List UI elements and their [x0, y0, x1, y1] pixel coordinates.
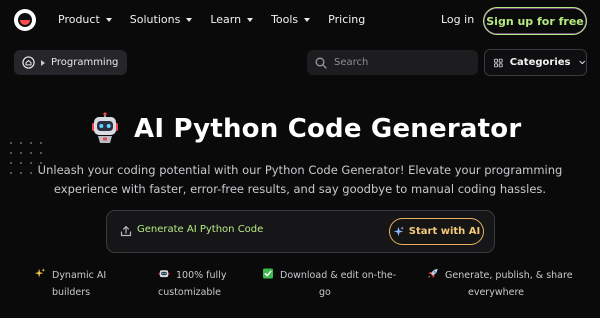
robot-icon [92, 112, 118, 143]
search-icon [315, 57, 327, 69]
feature-dynamic-ai: Dynamic AI builders [34, 267, 106, 301]
menu-item-pricing[interactable]: Pricing [328, 13, 365, 26]
login-link[interactable]: Log in [441, 13, 474, 26]
feature-download-edit: Download & edit on-the- go [262, 267, 396, 301]
chevron-down-icon [186, 17, 193, 22]
menu-item-label: Solutions [129, 13, 181, 26]
upload-icon[interactable] [120, 225, 132, 237]
search-input[interactable] [334, 57, 474, 68]
feature-text: builders [52, 287, 91, 298]
feature-text: Generate, publish, & share [445, 270, 573, 281]
page-title: AI Python Code Generator [134, 114, 522, 144]
feature-generate-publish: Generate, publish, & share everywhere [427, 267, 573, 301]
home-icon[interactable] [22, 56, 35, 69]
robot-icon [158, 270, 170, 278]
subtitle-line: Unleash your coding potential with our P… [37, 163, 563, 177]
signup-button[interactable]: Sign up for free [483, 7, 587, 35]
logo-icon[interactable] [14, 9, 36, 31]
chevron-right-icon [41, 59, 45, 66]
chevron-down-icon [579, 60, 586, 65]
chevron-down-icon [105, 17, 112, 22]
feature-text: Download & edit on-the- [280, 270, 397, 281]
menu-item-label: Product [58, 13, 100, 26]
grid-icon [494, 58, 503, 67]
page-subtitle: Unleash your coding potential with our P… [20, 161, 580, 199]
feature-customizable: 100% fully customizable [158, 267, 226, 301]
rocket-icon [428, 268, 438, 279]
feature-text: customizable [158, 287, 221, 298]
menu-item-tools[interactable]: Tools [271, 13, 311, 26]
menu-item-label: Learn [210, 13, 242, 26]
breadcrumb: Programming [14, 50, 128, 75]
menu-item-label: Pricing [328, 13, 366, 26]
prompt-input[interactable] [137, 224, 377, 235]
menu-item-learn[interactable]: Learn [210, 13, 254, 26]
start-with-ai-button[interactable]: Start with AI [389, 218, 484, 245]
main-menu: Product Solutions Learn Tools Pricing [58, 13, 383, 26]
categories-dropdown[interactable]: Categories [484, 49, 587, 76]
feature-text: go [319, 287, 331, 298]
top-nav: Product Solutions Learn Tools Pricing Lo… [0, 0, 600, 42]
feature-text: Dynamic AI [52, 270, 107, 281]
sparkle-icon [393, 226, 404, 237]
prompt-box: Start with AI [106, 210, 495, 253]
feature-text: 100% fully [176, 270, 227, 281]
search-bar[interactable] [307, 50, 478, 75]
menu-item-product[interactable]: Product [58, 13, 112, 26]
start-with-ai-label: Start with AI [408, 226, 481, 237]
chevron-down-icon [304, 17, 311, 22]
categories-label: Categories [509, 57, 571, 68]
menu-item-solutions[interactable]: Solutions [130, 13, 193, 26]
menu-item-label: Tools [271, 13, 299, 26]
sparkles-icon [34, 268, 46, 278]
check-icon [262, 268, 274, 279]
subtitle-line: experience with faster, error-free resul… [53, 182, 547, 196]
feature-text: everywhere [468, 287, 525, 298]
chevron-down-icon [247, 17, 254, 22]
breadcrumb-current[interactable]: Programming [51, 57, 118, 68]
